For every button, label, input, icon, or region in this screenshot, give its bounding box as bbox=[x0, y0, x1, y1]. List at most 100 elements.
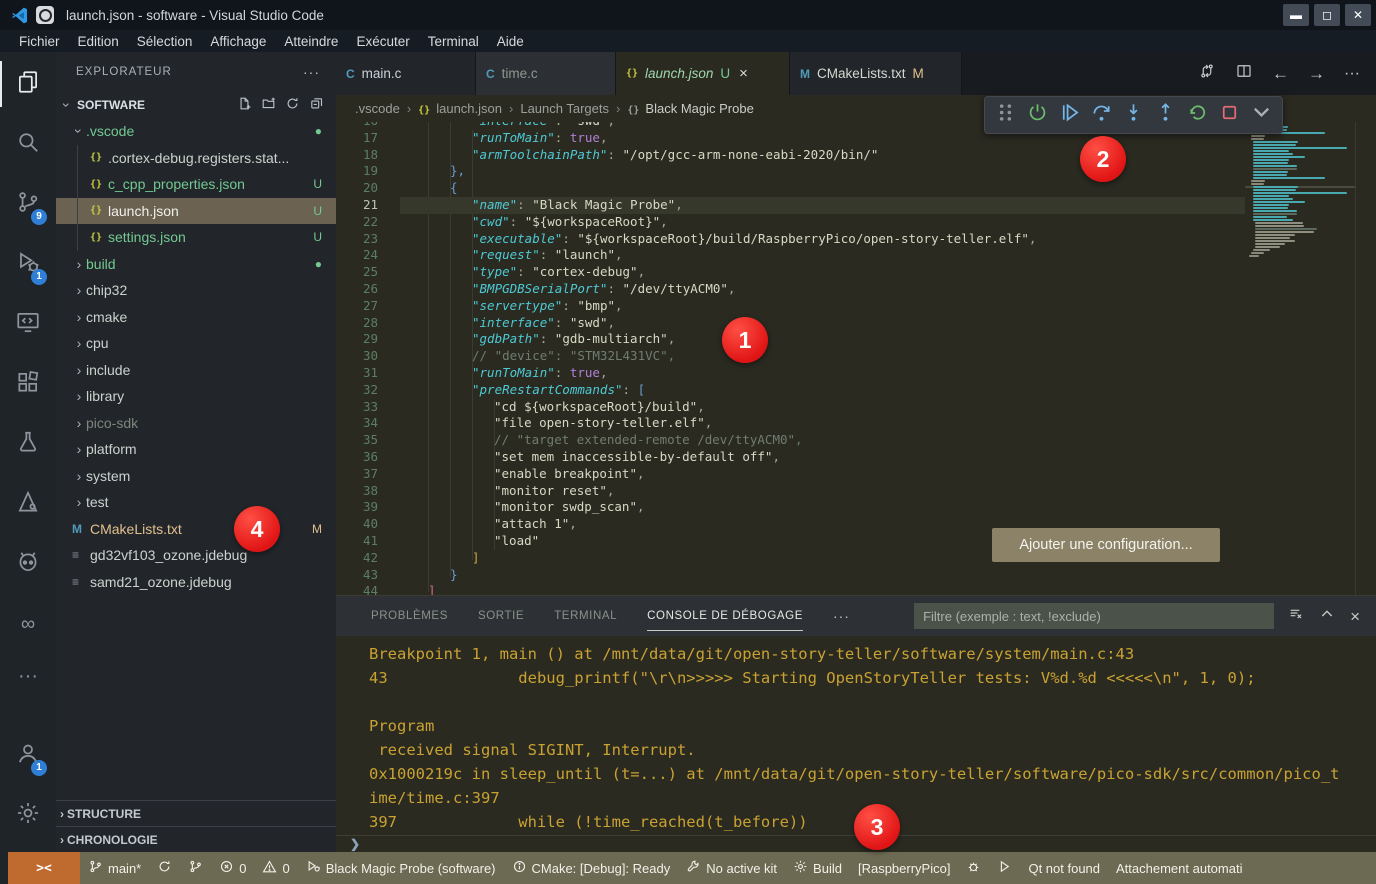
new-file-icon[interactable] bbox=[237, 96, 252, 114]
navigate-forward-icon[interactable]: → bbox=[1308, 64, 1325, 84]
open-changes-icon[interactable] bbox=[1198, 62, 1216, 85]
code-line[interactable]: 35// "target extended-remote /dev/ttyACM… bbox=[336, 432, 1245, 449]
tree-item-cmake[interactable]: ›cmake bbox=[56, 304, 336, 331]
activitybar-run-and-debug[interactable]: 1 bbox=[0, 241, 56, 287]
code-line[interactable]: 33"cd ${workspaceRoot}/build", bbox=[336, 399, 1245, 416]
activitybar-cmake[interactable] bbox=[0, 481, 56, 527]
minimize-button[interactable]: ▬ bbox=[1283, 4, 1309, 26]
power-button-icon[interactable] bbox=[1026, 101, 1049, 129]
tree-item-build[interactable]: ›build● bbox=[56, 251, 336, 278]
tree-item-cmakelists-txt[interactable]: MCMakeLists.txtM bbox=[56, 516, 336, 543]
refresh-icon[interactable] bbox=[285, 96, 300, 114]
tab-cmakelists-txt[interactable]: MCMakeLists.txtM bbox=[790, 52, 962, 95]
statusbar-git-graph[interactable] bbox=[180, 852, 211, 884]
code-line[interactable]: 20{ bbox=[336, 180, 1245, 197]
editor-scrollbar[interactable] bbox=[1355, 122, 1376, 595]
code-line[interactable]: 36"set mem inaccessible-by-default off", bbox=[336, 449, 1245, 466]
maximize-panel-icon[interactable] bbox=[1319, 606, 1335, 627]
tree-item-test[interactable]: ›test bbox=[56, 489, 336, 516]
menu-item-terminal[interactable]: Terminal bbox=[419, 34, 488, 49]
statusbar-debug-launch[interactable]: Black Magic Probe (software) bbox=[298, 852, 504, 884]
panel-tab-terminal[interactable]: TERMINAL bbox=[554, 610, 617, 622]
code-line[interactable]: 34"file open-story-teller.elf", bbox=[336, 415, 1245, 432]
sidebar-more-icon[interactable]: ··· bbox=[303, 64, 320, 80]
code-line[interactable]: 31"runToMain": true, bbox=[336, 365, 1245, 382]
step-into-icon[interactable] bbox=[1122, 101, 1145, 129]
code-line[interactable]: 37"enable breakpoint", bbox=[336, 466, 1245, 483]
statusbar-build-target[interactable]: [RaspberryPico] bbox=[850, 852, 958, 884]
remote-indicator[interactable]: >< bbox=[8, 852, 80, 884]
tree-item-include[interactable]: ›include bbox=[56, 357, 336, 384]
menu-item-sélection[interactable]: Sélection bbox=[128, 34, 202, 49]
sidebar-section-structure[interactable]: ›STRUCTURE bbox=[56, 800, 336, 826]
statusbar-build[interactable]: Build bbox=[785, 852, 850, 884]
tree-item-chip32[interactable]: ›chip32 bbox=[56, 277, 336, 304]
code-line[interactable]: 39"monitor swdp_scan", bbox=[336, 499, 1245, 516]
editor-more-icon[interactable]: ··· bbox=[1344, 65, 1360, 83]
tree-item--cortex-debug-registers-stat-[interactable]: {}.cortex-debug.registers.stat... bbox=[56, 145, 336, 172]
new-folder-icon[interactable] bbox=[261, 96, 276, 114]
collapse-all-icon[interactable] bbox=[309, 96, 324, 114]
drag-handle-icon[interactable] bbox=[994, 101, 1017, 129]
statusbar-qt-status[interactable]: Qt not found bbox=[1020, 852, 1108, 884]
step-out-icon[interactable] bbox=[1154, 101, 1177, 129]
restart-icon[interactable] bbox=[1186, 101, 1209, 129]
menu-item-aide[interactable]: Aide bbox=[488, 34, 533, 49]
statusbar-git-branch[interactable]: main* bbox=[80, 852, 149, 884]
tab-time-c[interactable]: Ctime.c bbox=[476, 52, 616, 95]
code-editor[interactable]: 16"interface": "swd",17"runToMain": true… bbox=[336, 122, 1376, 595]
panel-tab-console-de-d-bogage[interactable]: CONSOLE DE DÉBOGAGE bbox=[647, 610, 803, 622]
activitybar-platformio[interactable] bbox=[0, 541, 56, 587]
panel-more-icon[interactable]: ··· bbox=[833, 608, 850, 624]
statusbar-warnings[interactable]: 0 bbox=[254, 852, 297, 884]
split-editor-icon[interactable] bbox=[1235, 62, 1253, 85]
sidebar-section-software[interactable]: › SOFTWARE bbox=[56, 92, 336, 118]
code-line[interactable]: 38"monitor reset", bbox=[336, 483, 1245, 500]
tree-item-gd32vf103-ozone-jdebug[interactable]: ≡gd32vf103_ozone.jdebug bbox=[56, 542, 336, 569]
tree-item-c-cpp-properties-json[interactable]: {}c_cpp_properties.jsonU bbox=[56, 171, 336, 198]
code-line[interactable]: 26"BMPGDBSerialPort": "/dev/ttyACM0", bbox=[336, 281, 1245, 298]
code-line[interactable]: 23"executable": "${workspaceRoot}/build/… bbox=[336, 231, 1245, 248]
clear-console-icon[interactable] bbox=[1288, 606, 1304, 627]
activitybar-extensions[interactable] bbox=[0, 361, 56, 407]
tree-item-platform[interactable]: ›platform bbox=[56, 436, 336, 463]
add-configuration-button[interactable]: Ajouter une configuration... bbox=[992, 528, 1220, 562]
menu-item-exécuter[interactable]: Exécuter bbox=[347, 34, 418, 49]
menu-item-edition[interactable]: Edition bbox=[69, 34, 128, 49]
activitybar-search[interactable] bbox=[0, 121, 56, 167]
menu-item-affichage[interactable]: Affichage bbox=[201, 34, 275, 49]
tab-main-c[interactable]: Cmain.c bbox=[336, 52, 476, 95]
code-line[interactable]: 25"type": "cortex-debug", bbox=[336, 264, 1245, 281]
tree-item-cpu[interactable]: ›cpu bbox=[56, 330, 336, 357]
stop-dropdown-chevron-icon[interactable] bbox=[1250, 101, 1273, 129]
close-panel-icon[interactable]: × bbox=[1350, 608, 1360, 625]
activitybar-source-control[interactable]: 9 bbox=[0, 181, 56, 227]
code-line[interactable]: 24"request": "launch", bbox=[336, 247, 1245, 264]
tree-item-library[interactable]: ›library bbox=[56, 383, 336, 410]
activitybar-more-views[interactable]: ··· bbox=[0, 661, 56, 691]
breadcrumb-item[interactable]: {} Black Magic Probe bbox=[627, 101, 753, 116]
statusbar-launch-icon[interactable] bbox=[989, 852, 1020, 884]
activitybar-remote-explorer[interactable] bbox=[0, 301, 56, 347]
menu-item-atteindre[interactable]: Atteindre bbox=[275, 34, 347, 49]
statusbar-sync[interactable] bbox=[149, 852, 180, 884]
breadcrumb-item[interactable]: .vscode bbox=[355, 101, 400, 116]
statusbar-auto-attach[interactable]: Attachement automati bbox=[1108, 852, 1250, 884]
tree-item--vscode[interactable]: ›.vscode● bbox=[56, 118, 336, 145]
minimap[interactable] bbox=[1245, 122, 1356, 595]
code-line[interactable]: 29"gdbPath": "gdb-multiarch", bbox=[336, 331, 1245, 348]
code-line[interactable]: 21"name": "Black Magic Probe", bbox=[336, 197, 1245, 214]
code-line[interactable]: 28"interface": "swd", bbox=[336, 315, 1245, 332]
activitybar-visual-studio[interactable]: ∞ bbox=[0, 601, 56, 647]
code-line[interactable]: 32"preRestartCommands": [ bbox=[336, 382, 1245, 399]
tree-item-samd21-ozone-jdebug[interactable]: ≡samd21_ozone.jdebug bbox=[56, 569, 336, 596]
stop-icon[interactable] bbox=[1218, 101, 1241, 129]
navigate-back-icon[interactable]: ← bbox=[1272, 64, 1289, 84]
panel-tab-sortie[interactable]: SORTIE bbox=[478, 610, 524, 622]
breadcrumb-item[interactable]: {} launch.json bbox=[418, 101, 502, 116]
sidebar-section-chronologie[interactable]: ›CHRONOLOGIE bbox=[56, 826, 336, 852]
close-button[interactable]: ✕ bbox=[1345, 4, 1371, 26]
code-line[interactable]: 27"servertype": "bmp", bbox=[336, 298, 1245, 315]
statusbar-active-kit[interactable]: No active kit bbox=[678, 852, 785, 884]
code-line[interactable]: 44] bbox=[336, 583, 1245, 595]
